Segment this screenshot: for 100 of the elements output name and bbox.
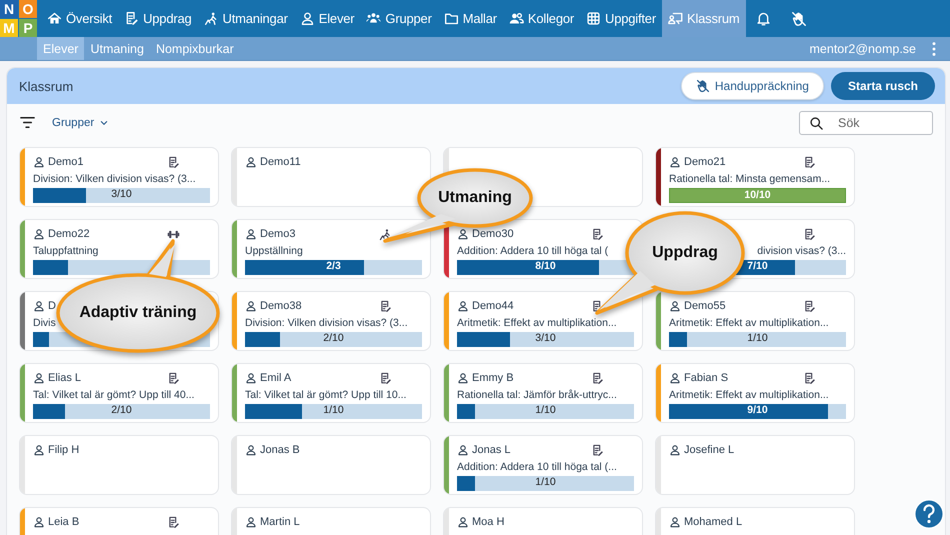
person-icon <box>457 516 469 528</box>
logo-letter: O <box>19 0 37 18</box>
task-title: Rationella tal: Minsta gemensam... <box>669 173 830 185</box>
student-name: Demo38 <box>260 300 302 312</box>
document-edit-icon <box>379 372 392 384</box>
student-card[interactable]: Elias L Tal: Vilket tal är gömt? Upp till 40... 2/10 <box>19 363 219 423</box>
hand-off-icon[interactable] <box>790 10 807 26</box>
progress-reading: 1/10 <box>535 404 556 418</box>
progress-reading: 9/10 <box>747 404 768 418</box>
nav-tab[interactable]: Översikt <box>41 0 118 37</box>
person-icon <box>669 516 681 528</box>
folder-icon <box>444 11 459 26</box>
student-card[interactable]: Demo30 Addition: Addera 10 till höga tal ( 8/10 <box>443 219 643 279</box>
progress-reading: 3/10 <box>111 188 132 202</box>
document-edit-icon <box>167 372 180 384</box>
document-edit-icon <box>591 228 604 240</box>
person-icon <box>33 444 45 456</box>
task-title: Divis <box>33 317 56 329</box>
student-card[interactable]: Filip H <box>19 435 219 495</box>
document-edit-icon <box>591 444 604 456</box>
student-name: Emmy B <box>472 372 514 384</box>
logo-letter: M <box>0 19 18 37</box>
home-icon <box>47 11 62 26</box>
progress-reading: 2/10 <box>111 404 132 418</box>
student-card[interactable]: Demo38 Division: Vilken division visas? (3... 2/10 <box>231 291 431 351</box>
nav-tab[interactable]: Uppgifter <box>580 0 662 37</box>
person-icon <box>33 156 45 168</box>
student-card[interactable]: Josefine L <box>655 435 855 495</box>
student-card[interactable]: Emmy B Rationella tal: Jämför bråk-uttryc... 1/10 <box>443 363 643 423</box>
filter-icon[interactable] <box>19 114 36 131</box>
student-name: Demo22 <box>48 228 90 240</box>
student-card[interactable]: Martin L <box>231 507 431 535</box>
person-icon <box>457 300 469 312</box>
search-field[interactable]: Sök <box>799 110 933 134</box>
student-card[interactable]: Leia B <box>19 507 219 535</box>
person-icon <box>33 300 45 312</box>
hand-raise-button[interactable]: Handuppräckning <box>680 72 824 100</box>
nav-tab[interactable]: Grupper <box>360 0 438 37</box>
student-name: Fabian S <box>684 372 728 384</box>
search-icon <box>809 116 824 130</box>
groups-dropdown[interactable]: Grupper <box>46 116 116 130</box>
person-icon <box>33 516 45 528</box>
student-card[interactable]: Demo22 Taluppfattning <box>19 219 219 279</box>
student-card[interactable]: Emil A Tal: Vilket tal är gömt? Upp till 10... 1/10 <box>231 363 431 423</box>
climbing-figure-icon <box>204 11 219 26</box>
student-card[interactable]: Mohamed L <box>655 507 855 535</box>
person-icon <box>33 372 45 384</box>
progress-reading: 3/10 <box>535 332 556 346</box>
student-card[interactable]: Demo1 Division: Vilken division visas? (3... 3/10 <box>19 147 219 207</box>
nav-tab[interactable]: Mallar <box>438 0 503 37</box>
student-name: Moa H <box>472 516 504 528</box>
document-edit-icon <box>167 516 180 528</box>
task-title: Taluppfattning <box>33 245 98 257</box>
nav-tab[interactable]: Elever <box>294 0 360 37</box>
task-title: Addition: Addera 10 till höga tal ( <box>457 245 608 257</box>
nav-tab[interactable]: Uppdrag <box>118 0 198 37</box>
student-card[interactable]: Jonas L Addition: Addera 10 till höga tal (... 1/10 <box>443 435 643 495</box>
student-card[interactable]: Moa H <box>443 507 643 535</box>
nav-tab[interactable]: Utmaningar <box>198 0 294 37</box>
person-icon <box>457 228 469 240</box>
progress-reading: 7/10 <box>747 260 768 274</box>
progress-reading: 8/10 <box>535 260 556 274</box>
task-title: Division: Vilken division visas? (3... <box>33 173 196 185</box>
student-name: Demo1 <box>48 156 84 168</box>
person-icon <box>33 228 45 240</box>
nav-tab[interactable]: Kollegor <box>502 0 580 37</box>
student-name: Jonas L <box>472 444 511 456</box>
user-email: mentor2@nomp.se <box>810 40 917 58</box>
task-title: Uppställning <box>245 245 303 257</box>
student-name: Jonas B <box>260 444 300 456</box>
task-title: Rationella tal: Jämför bråk-uttryc... <box>457 389 617 401</box>
student-name: Demo3 <box>260 228 296 240</box>
start-rush-button[interactable]: Starta rusch <box>830 72 935 100</box>
document-edit-icon <box>379 300 392 312</box>
student-name: Leia B <box>48 516 80 528</box>
student-card[interactable]: Demo44 Aritmetik: Effekt av multiplikation... 3/10 <box>443 291 643 351</box>
student-name: Demo30 <box>472 228 514 240</box>
bell-icon[interactable] <box>756 11 771 26</box>
progress-reading: 2/3 <box>326 260 341 274</box>
person-icon <box>245 156 257 168</box>
person-icon <box>245 300 257 312</box>
help-icon[interactable] <box>914 499 944 529</box>
student-card[interactable]: Demo21 Rationella tal: Minsta gemensam... 10/10 <box>655 147 855 207</box>
student-name: Demo44 <box>472 300 514 312</box>
document-edit-icon <box>167 156 180 168</box>
student-card[interactable]: Demo11 <box>231 147 431 207</box>
student-card[interactable]: Jonas B <box>231 435 431 495</box>
document-edit-icon <box>591 372 604 384</box>
task-title: Division: Vilken division visas? (3... <box>245 317 408 329</box>
progress-reading: 10/10 <box>744 189 771 202</box>
student-card[interactable]: Demo3 Uppställning 2/3 <box>231 219 431 279</box>
person-icon <box>669 156 681 168</box>
person-icon <box>245 372 257 384</box>
progress-reading: 1/10 <box>747 332 768 346</box>
student-card[interactable]: Demo55 Aritmetik: Effekt av multiplikation... 1/10 <box>655 291 855 351</box>
logo-letter: P <box>19 19 37 37</box>
student-name: Elias L <box>48 372 82 384</box>
person-icon <box>245 444 257 456</box>
student-card[interactable]: Fabian S Aritmetik: Effekt av multiplikation... 9/10 <box>655 363 855 423</box>
student-name: Demo55 <box>684 300 726 312</box>
